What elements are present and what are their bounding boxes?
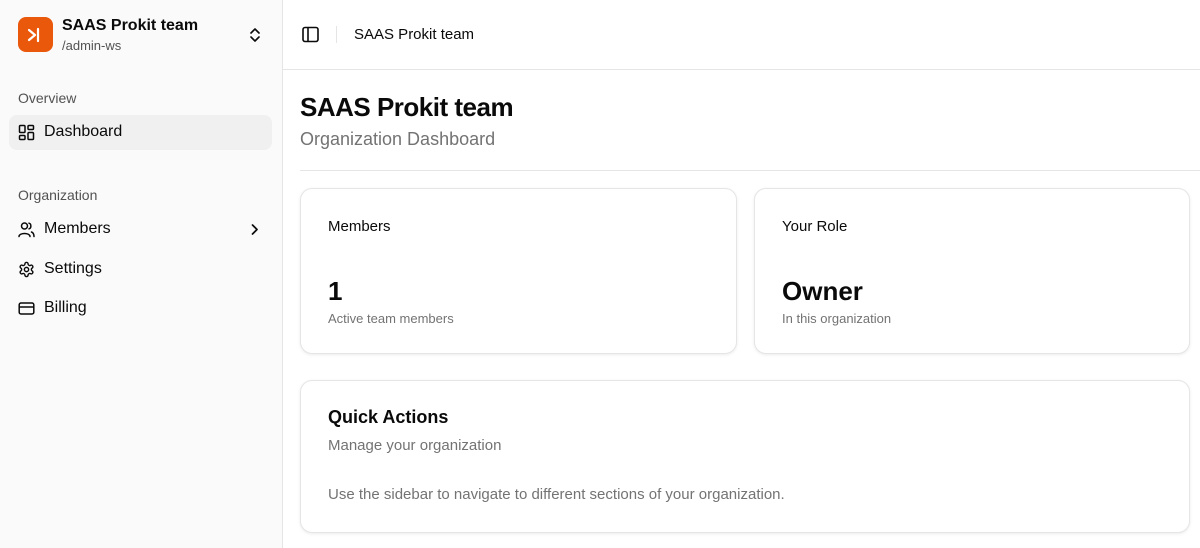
sidebar: SAAS Prokit team /admin-ws Overview Dash… bbox=[0, 0, 283, 548]
sidebar-toggle-icon bbox=[302, 26, 319, 43]
stat-caption: In this organization bbox=[782, 311, 892, 326]
sidebar-item-settings[interactable]: Settings bbox=[9, 252, 272, 287]
workspace-name: SAAS Prokit team bbox=[62, 17, 199, 34]
toolbar-divider bbox=[336, 26, 337, 43]
workspace-slug: /admin-ws bbox=[62, 38, 122, 53]
role-stat-card: Your Role Owner In this organization bbox=[754, 188, 1190, 354]
quick-actions-card: Quick Actions Manage your organization U… bbox=[300, 380, 1190, 533]
top-bar: SAAS Prokit team bbox=[283, 0, 1200, 70]
breadcrumb: SAAS Prokit team bbox=[354, 26, 475, 43]
gear-icon bbox=[19, 261, 34, 278]
quick-actions-title: Quick Actions bbox=[328, 407, 449, 427]
stat-label: Your Role bbox=[782, 218, 848, 235]
chevron-right-icon bbox=[251, 224, 258, 235]
users-icon bbox=[18, 222, 35, 238]
workspace-logo bbox=[18, 17, 53, 52]
layout-grid-icon bbox=[18, 124, 35, 141]
sidebar-item-label: Billing bbox=[44, 299, 87, 316]
sidebar-group-label-organization: Organization bbox=[18, 187, 98, 203]
sidebar-item-billing[interactable]: Billing bbox=[9, 291, 272, 326]
stat-label: Members bbox=[328, 218, 391, 235]
chevrons-up-down-icon bbox=[250, 28, 260, 42]
page-subtitle: Organization Dashboard bbox=[300, 129, 496, 149]
members-stat-card: Members 1 Active team members bbox=[300, 188, 737, 354]
sidebar-toggle-button[interactable] bbox=[300, 24, 322, 46]
sidebar-item-label: Settings bbox=[44, 260, 102, 277]
quick-actions-body: Use the sidebar to navigate to different… bbox=[328, 486, 785, 503]
credit-card-icon bbox=[18, 302, 35, 315]
sidebar-item-dashboard[interactable]: Dashboard bbox=[9, 115, 272, 150]
sidebar-item-label: Dashboard bbox=[44, 123, 123, 140]
terminal-icon bbox=[27, 27, 39, 42]
quick-actions-description: Manage your organization bbox=[328, 437, 502, 454]
stat-value: 1 bbox=[328, 276, 343, 306]
sidebar-group-label-overview: Overview bbox=[18, 90, 77, 106]
stat-caption: Active team members bbox=[328, 311, 454, 326]
sidebar-item-label: Members bbox=[44, 220, 111, 237]
sidebar-item-members[interactable]: Members bbox=[9, 212, 272, 247]
page-title: SAAS Prokit team bbox=[300, 92, 514, 122]
stat-value: Owner bbox=[782, 276, 863, 306]
divider bbox=[300, 170, 1200, 171]
workspace-switcher[interactable]: SAAS Prokit team /admin-ws bbox=[10, 10, 273, 60]
